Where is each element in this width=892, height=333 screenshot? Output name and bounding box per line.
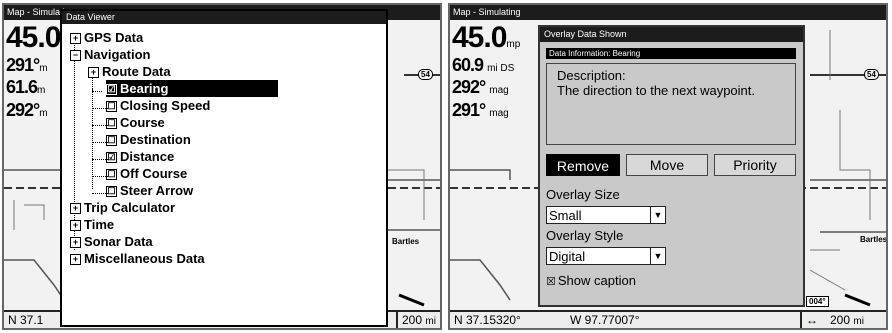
- expand-icon[interactable]: +: [70, 203, 81, 215]
- tree-item-closing-speed[interactable]: ☐ Closing Speed: [106, 97, 210, 114]
- checkbox-checked-icon[interactable]: ☑: [106, 84, 117, 96]
- overlay-style-select[interactable]: Digital ▼: [546, 247, 666, 265]
- tree-item-sonar-data[interactable]: + Sonar Data: [70, 233, 153, 250]
- checkbox-icon[interactable]: ☐: [106, 169, 117, 181]
- tree-item-route-data[interactable]: + Route Data: [88, 63, 171, 80]
- priority-button[interactable]: Priority: [714, 154, 796, 176]
- overlay-size-label: Overlay Size: [546, 187, 620, 202]
- bearing-readout: 291°m: [6, 55, 48, 75]
- tree-item-steer-arrow[interactable]: ☐ Steer Arrow: [106, 182, 193, 199]
- move-button[interactable]: Move: [626, 154, 708, 176]
- show-caption-checkbox[interactable]: ☒ Show caption: [546, 273, 636, 288]
- zoom-readout: 200 mi: [830, 313, 864, 327]
- tree-item-distance[interactable]: ☑ Distance: [106, 148, 174, 165]
- distance-readout: 60.9 mi DS: [452, 55, 515, 75]
- tree-item-trip-calculator[interactable]: + Trip Calculator: [70, 199, 175, 216]
- tree-item-off-course[interactable]: ☐ Off Course: [106, 165, 187, 182]
- chevron-down-icon[interactable]: ▼: [650, 248, 665, 264]
- overlay-style-label: Overlay Style: [546, 228, 624, 243]
- latitude-readout: N 37.1: [8, 313, 44, 327]
- description-label: Description:: [557, 68, 626, 83]
- info-title: Data Information: Bearing: [546, 48, 796, 59]
- zoom-icon: ↔: [806, 313, 818, 327]
- dialog-title: Overlay Data Shown: [540, 27, 803, 42]
- tree-item-navigation[interactable]: − Navigation: [70, 46, 150, 63]
- expand-icon[interactable]: +: [70, 237, 81, 249]
- dialog-title: Data Viewer: [62, 11, 386, 24]
- checkbox-checked-icon[interactable]: ☑: [106, 152, 117, 164]
- speed-readout: 45.0mp: [452, 21, 521, 54]
- tree-item-gps-data[interactable]: + GPS Data: [70, 29, 143, 46]
- checkbox-icon[interactable]: ☐: [106, 101, 117, 113]
- heading-label: 004°: [806, 296, 829, 307]
- route-shield-icon: 54: [864, 69, 879, 80]
- bearing-readout: 292° mag: [452, 77, 509, 97]
- longitude-readout: W 97.77007°: [570, 313, 640, 327]
- checkbox-icon[interactable]: ☐: [106, 135, 117, 147]
- expand-icon[interactable]: +: [70, 254, 81, 266]
- checkbox-icon[interactable]: ☐: [106, 186, 117, 198]
- town-label: Bartles: [860, 235, 888, 244]
- route-shield-icon: 54: [418, 69, 433, 80]
- town-label: Bartles: [392, 237, 420, 246]
- course-readout: 292°m: [6, 100, 48, 120]
- course-readout: 291° mag: [452, 100, 509, 120]
- checkbox-icon[interactable]: ☐: [106, 118, 117, 130]
- data-viewer-dialog: Data Viewer + GPS Data − Navigation + Route…: [60, 9, 388, 327]
- description-box: Description: The direction to the next w…: [546, 63, 796, 145]
- left-screen: Map - Simulati 45.0 291°m 61.6m 292°m 54…: [2, 3, 442, 330]
- overlay-data-dialog: Overlay Data Shown Data Information: Bea…: [538, 25, 805, 307]
- expand-icon[interactable]: +: [88, 67, 99, 79]
- tree-item-bearing[interactable]: ☑ Bearing: [106, 80, 278, 97]
- chevron-down-icon[interactable]: ▼: [650, 207, 665, 223]
- tree-item-course[interactable]: ☐ Course: [106, 114, 165, 131]
- description-text: The direction to the next waypoint.: [557, 83, 756, 98]
- window-title: Map - Simulating: [450, 5, 886, 20]
- tree-item-miscellaneous-data[interactable]: + Miscellaneous Data: [70, 250, 205, 267]
- distance-readout: 61.6m: [6, 77, 46, 97]
- status-bar: N 37.15320° W 97.77007° ↔ 200 mi: [450, 310, 886, 328]
- right-screen: Map - Simulating 45.0mp 60.9 mi DS 292° …: [448, 3, 888, 330]
- speed-readout: 45.0: [6, 21, 61, 54]
- expand-icon[interactable]: +: [70, 220, 81, 232]
- collapse-icon[interactable]: −: [70, 50, 81, 62]
- latitude-readout: N 37.15320°: [454, 313, 521, 327]
- checkbox-checked-icon[interactable]: ☒: [546, 276, 556, 288]
- tree-item-destination[interactable]: ☐ Destination: [106, 131, 191, 148]
- overlay-size-select[interactable]: Small ▼: [546, 206, 666, 224]
- expand-icon[interactable]: +: [70, 33, 81, 45]
- zoom-readout: 200 mi: [402, 313, 436, 327]
- remove-button[interactable]: Remove: [546, 154, 620, 176]
- tree-item-time[interactable]: + Time: [70, 216, 114, 233]
